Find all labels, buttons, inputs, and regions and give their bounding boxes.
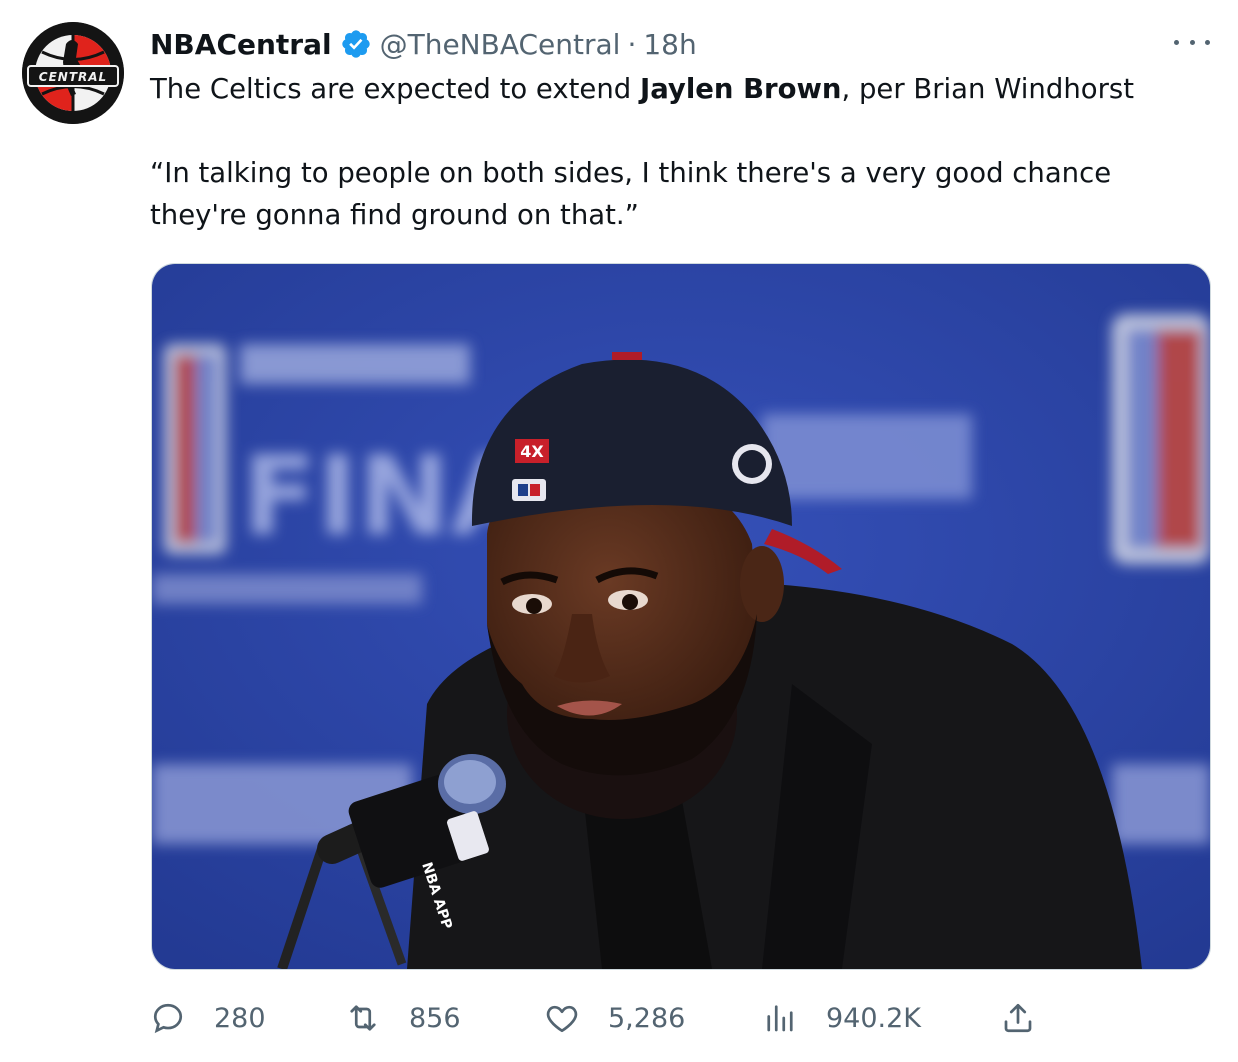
mention-bold: Jaylen Brown <box>639 73 842 105</box>
reply-count: 280 <box>214 1002 266 1034</box>
action-bar: 280 856 5,286 940.2K <box>150 996 1210 1040</box>
avatar[interactable]: CENTRAL <box>22 22 124 124</box>
tweet-quote: “In talking to people on both sides, I t… <box>150 157 1112 231</box>
separator-dot: · <box>627 27 637 61</box>
views-icon <box>767 1005 793 1032</box>
tweet-card[interactable]: CENTRAL NBACentral @TheNBACentral · 18h … <box>0 0 1238 1062</box>
reply-icon <box>153 1003 183 1034</box>
tweet-photo[interactable]: FINALS 4X NBA APP <box>151 263 1211 970</box>
tweet-header: NBACentral @TheNBACentral · 18h <box>150 24 697 64</box>
retweet-button[interactable]: 856 <box>345 996 461 1040</box>
logo-text: CENTRAL <box>39 70 107 84</box>
tweet-headline: The Celtics are expected to extend Jayle… <box>150 73 1134 105</box>
views-count: 940.2K <box>826 1002 922 1034</box>
nba-central-logo: CENTRAL <box>22 22 124 124</box>
verified-icon <box>341 30 370 58</box>
like-icon <box>546 1005 578 1033</box>
retweet-icon <box>350 1005 376 1031</box>
more-icon[interactable] <box>1174 30 1210 54</box>
retweet-count: 856 <box>409 1002 461 1034</box>
timestamp[interactable]: 18h <box>643 28 696 61</box>
display-name[interactable]: NBACentral <box>150 28 332 61</box>
share-button[interactable] <box>1000 996 1036 1040</box>
handle[interactable]: @TheNBACentral <box>380 28 621 61</box>
views-button[interactable]: 940.2K <box>762 996 921 1040</box>
like-count: 5,286 <box>608 1002 686 1034</box>
tweet-text: The Celtics are expected to extend Jayle… <box>150 68 1210 236</box>
like-button[interactable]: 5,286 <box>544 996 685 1040</box>
cap-text: 4X <box>520 442 544 461</box>
reply-button[interactable]: 280 <box>150 996 266 1040</box>
press-conference-photo: FINALS 4X NBA APP <box>152 264 1210 969</box>
share-icon <box>1004 1003 1032 1033</box>
